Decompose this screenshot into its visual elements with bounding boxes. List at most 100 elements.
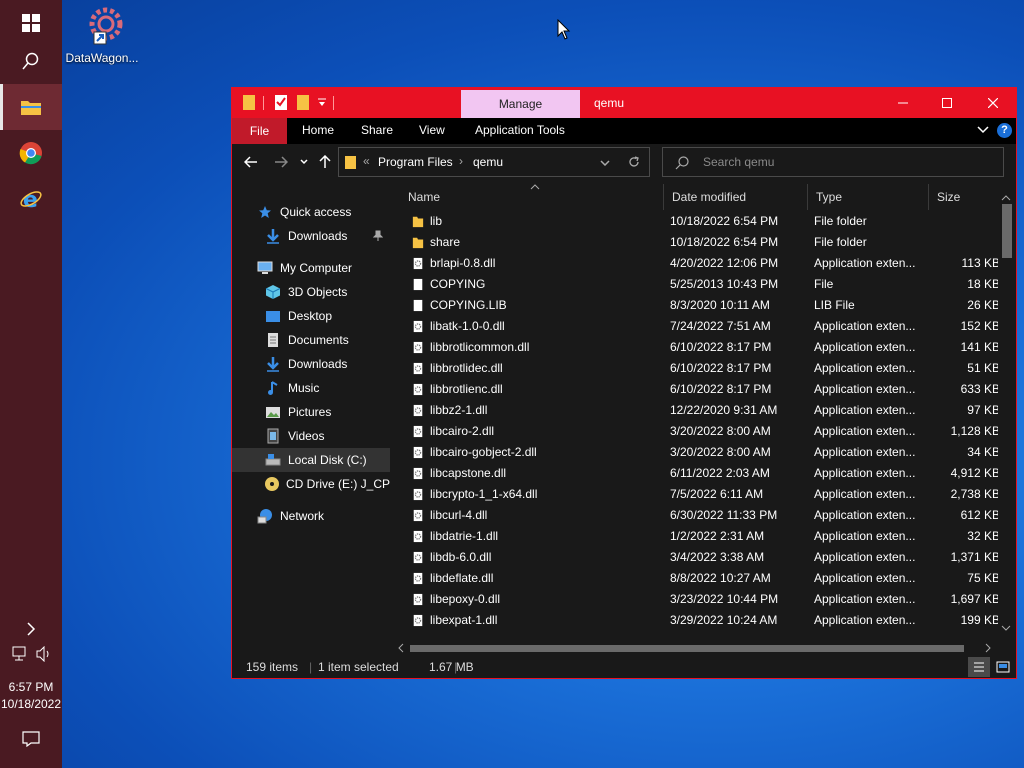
refresh-icon[interactable] [628,156,640,168]
horizontal-scrollbar[interactable] [392,640,998,656]
column-header-name[interactable]: Name [400,184,664,210]
nav-cd-drive-e[interactable]: CD Drive (E:) J_CPRA [232,472,390,496]
nav-label: Downloads [288,357,348,371]
nav-downloads[interactable]: Downloads [232,352,390,376]
properties-icon[interactable] [274,94,288,111]
search-box[interactable]: Search qemu [662,147,1004,177]
selection-count: 1 item selected [318,660,399,674]
taskbar-file-explorer[interactable] [0,84,62,130]
file-date-modified: 10/18/2022 6:54 PM [670,235,779,249]
file-row[interactable]: COPYING.LIB 8/3/2020 10:11 AM LIB File 26 K… [392,295,1002,316]
forward-arrow-icon[interactable] [274,156,288,168]
column-header-size[interactable]: Size [929,184,1001,210]
scroll-down-icon[interactable] [1001,624,1011,632]
file-row[interactable]: libcrypto-1_1-x64.dll 7/5/2022 6:11 AM App… [392,484,1002,505]
address-bar[interactable]: « Program Files › qemu [338,147,650,177]
horizontal-scroll-thumb[interactable] [410,645,964,652]
tab-file[interactable]: File [232,118,287,144]
file-row[interactable]: libepoxy-0.dll 3/23/2022 10:44 PM Applicat… [392,589,1002,610]
back-arrow-icon[interactable] [244,156,258,168]
nav-network[interactable]: Network [232,504,390,528]
nav-documents[interactable]: Documents [232,328,390,352]
taskbar-internet-explorer[interactable]: e [0,176,62,222]
file-row[interactable]: COPYING 5/25/2013 10:43 PM File 18 KB [392,274,1002,295]
column-header-date-modified[interactable]: Date modified [664,184,808,210]
nav-local-disk-c[interactable]: Local Disk (C:) [232,448,390,472]
breadcrumb-program-files[interactable]: Program Files [378,155,453,169]
nav-downloads-pinned[interactable]: Downloads [232,224,390,248]
nav-quick-access[interactable]: Quick access [232,200,390,224]
nav-label: Quick access [280,205,352,219]
tab-home[interactable]: Home [302,123,334,137]
file-row[interactable]: libcairo-2.dll 3/20/2022 8:00 AM Applicati… [392,421,1002,442]
desktop-shortcut-datawagon[interactable]: DataWagon... [64,6,140,65]
file-date-modified: 7/5/2022 6:11 AM [670,487,764,501]
network-tray-icon[interactable] [12,646,30,665]
gear-shortcut-icon [89,7,123,45]
file-row[interactable]: libdeflate.dll 8/8/2022 10:27 AM Applicati… [392,568,1002,589]
close-button[interactable] [970,88,1016,118]
breadcrumb-overflow[interactable]: « [363,154,370,168]
file-row[interactable]: libatk-1.0-0.dll 7/24/2022 7:51 AM Applica… [392,316,1002,337]
tab-view[interactable]: View [419,123,445,137]
file-row[interactable]: libcurl-4.dll 6/30/2022 11:33 PM Applicati… [392,505,1002,526]
file-row[interactable]: libcapstone.dll 6/11/2022 2:03 AM Applicat… [392,463,1002,484]
taskbar-chrome[interactable] [0,130,62,176]
file-size: 1,697 KB [950,592,1000,606]
dll-file-icon [413,551,423,564]
status-separator: | [454,660,458,674]
maximize-button[interactable] [924,88,970,118]
expand-ribbon-icon[interactable] [977,126,989,134]
file-row[interactable]: share 10/18/2022 6:54 PM File folder [392,232,1002,253]
help-icon[interactable]: ? [997,123,1012,138]
folder-icon [412,216,424,228]
minimize-button[interactable] [880,88,926,118]
nav-my-computer[interactable]: My Computer [232,256,390,280]
customize-toolbar-icon[interactable] [318,98,326,108]
file-row[interactable]: libexpat-1.dll 3/29/2022 10:24 AM Applicat… [392,610,1002,631]
up-arrow-icon[interactable] [319,155,331,169]
nav-desktop[interactable]: Desktop [232,304,390,328]
file-type: LIB File [814,298,855,312]
clock-date[interactable]: 10/18/2022 [0,697,62,711]
recent-locations-chevron-icon[interactable] [300,159,308,165]
tab-application-tools[interactable]: Application Tools [475,123,565,137]
nav-music[interactable]: Music [232,376,390,400]
file-row[interactable]: libdatrie-1.dll 1/2/2022 2:31 AM Applicati… [392,526,1002,547]
vertical-scroll-thumb[interactable] [1002,204,1012,258]
file-row[interactable]: libcairo-gobject-2.dll 3/20/2022 8:00 AM A… [392,442,1002,463]
vertical-scrollbar[interactable] [998,194,1014,634]
details-view-button[interactable] [968,657,990,677]
breadcrumb-qemu[interactable]: qemu [473,155,503,169]
file-row[interactable]: libbrotlienc.dll 6/10/2022 8:17 PM Applica… [392,379,1002,400]
nav-videos[interactable]: Videos [232,424,390,448]
file-name: libbrotlidec.dll [430,361,503,375]
manage-context-tab[interactable]: Manage [461,90,580,118]
title-bar[interactable]: Manage qemu [232,88,1016,118]
file-row[interactable]: libbrotlicommon.dll 6/10/2022 8:17 PM Appl… [392,337,1002,358]
volume-tray-icon[interactable] [35,645,53,665]
nav-3d-objects[interactable]: 3D Objects [232,280,390,304]
scroll-right-icon[interactable] [984,643,992,653]
column-header-type[interactable]: Type [808,184,929,210]
new-folder-icon[interactable] [296,94,310,111]
search-button[interactable] [0,38,62,84]
file-row[interactable]: libbrotlidec.dll 6/10/2022 8:17 PM Applica… [392,358,1002,379]
address-dropdown-icon[interactable] [600,160,610,166]
tab-share[interactable]: Share [361,123,393,137]
dll-file-icon [413,320,423,333]
file-row[interactable]: brlapi-0.8.dll 4/20/2022 12:06 PM Applicat… [392,253,1002,274]
scroll-up-icon[interactable] [1001,194,1011,202]
large-icons-view-icon [996,661,1010,673]
action-center-button[interactable] [0,716,62,762]
nav-pictures[interactable]: Pictures [232,400,390,424]
search-placeholder: Search qemu [703,155,775,169]
file-row[interactable]: lib 10/18/2022 6:54 PM File folder [392,211,1002,232]
nav-label: 3D Objects [288,285,348,299]
scroll-left-icon[interactable] [397,643,405,653]
clock-time[interactable]: 6:57 PM [0,680,62,694]
file-date-modified: 1/2/2022 2:31 AM [670,529,765,543]
file-row[interactable]: libbz2-1.dll 12/22/2020 9:31 AM Applicatio… [392,400,1002,421]
file-row[interactable]: libdb-6.0.dll 3/4/2022 3:38 AM Application… [392,547,1002,568]
large-icons-view-button[interactable] [992,657,1014,677]
